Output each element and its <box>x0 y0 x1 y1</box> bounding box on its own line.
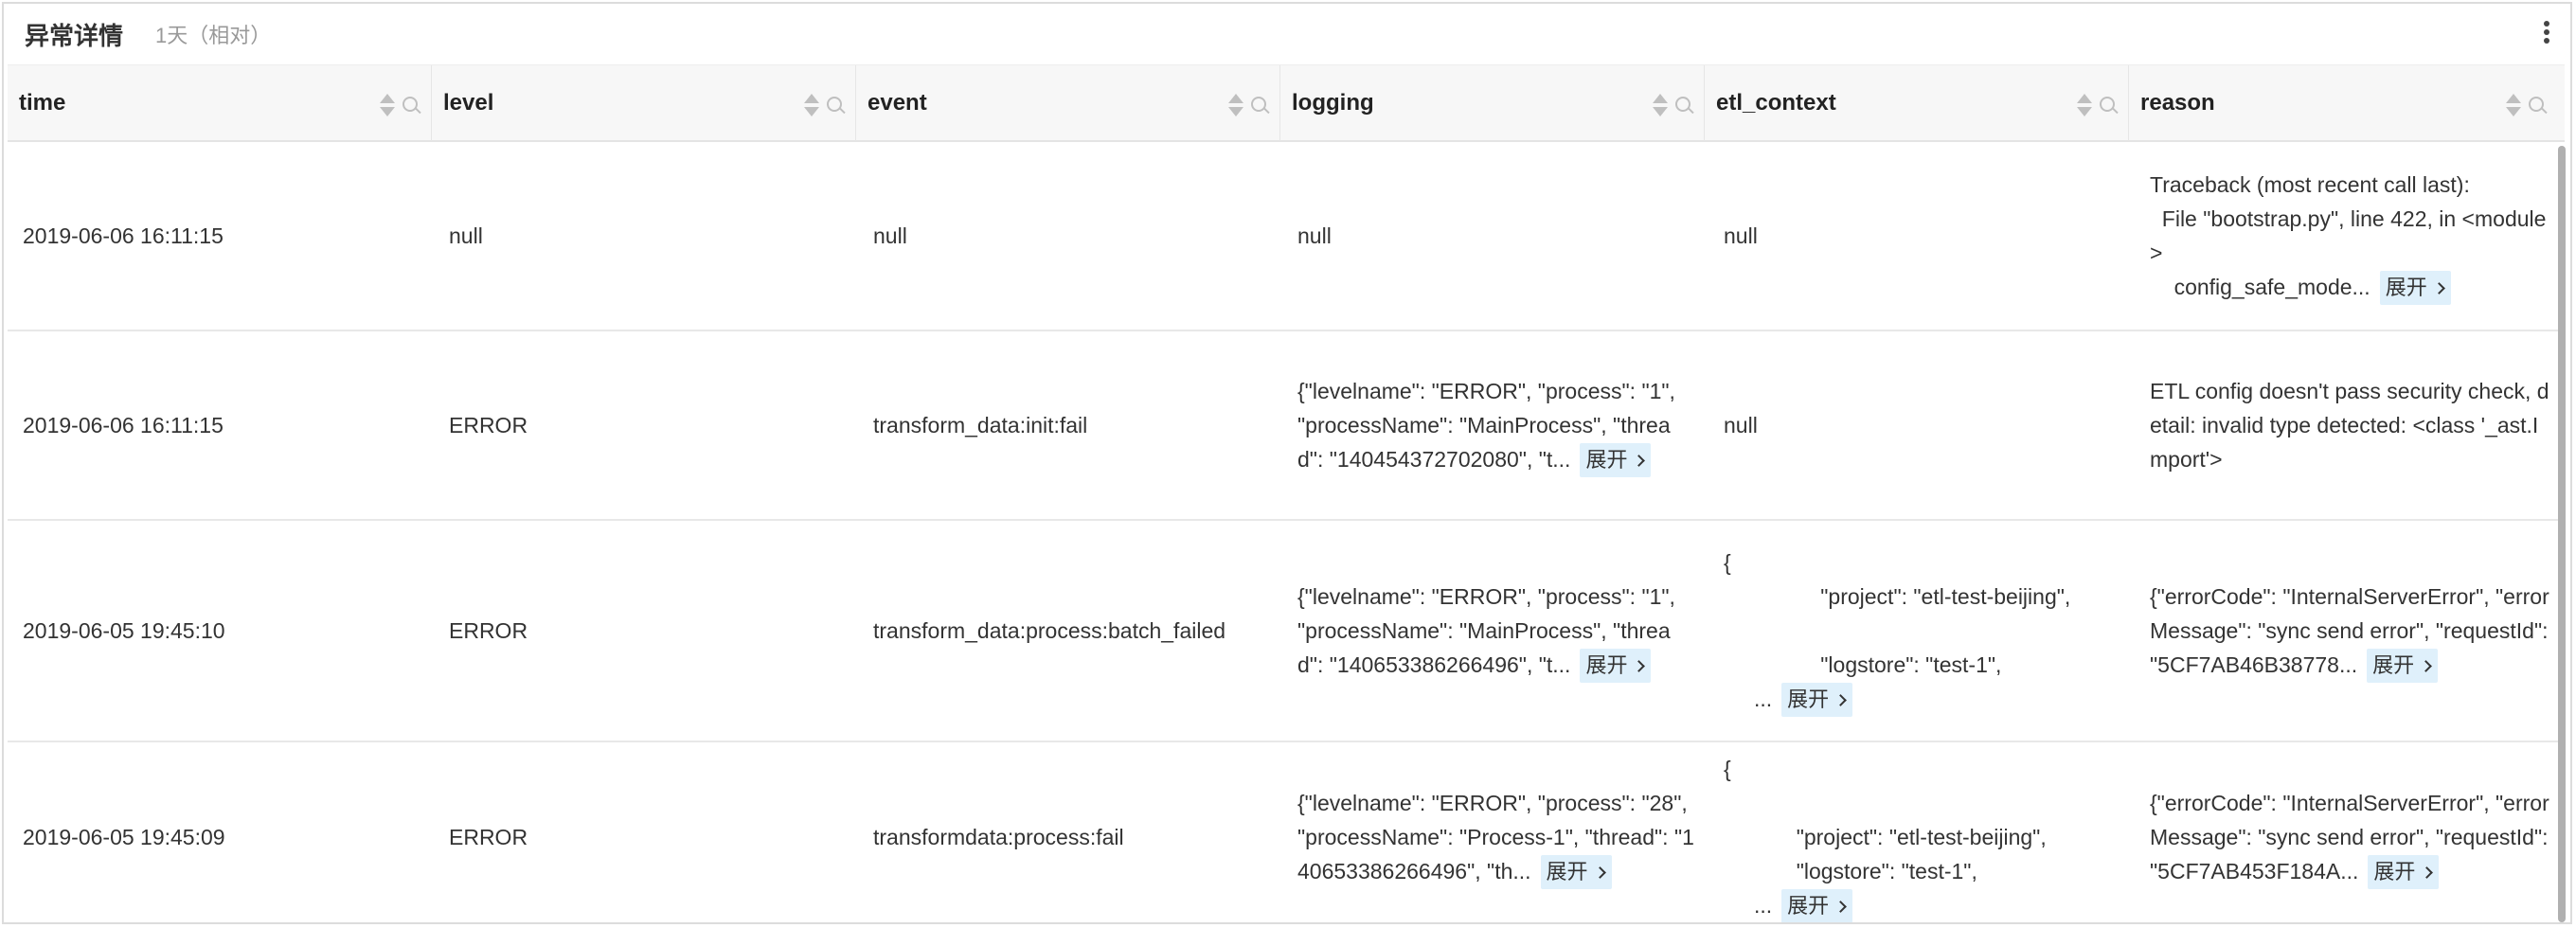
expand-button[interactable]: 展开 <box>1580 648 1652 683</box>
search-icon[interactable] <box>827 97 846 116</box>
cell-reason: ETL config doesn't pass security check, … <box>2150 379 2549 472</box>
cell-level: ERROR <box>449 618 528 643</box>
panel-header: 异常详情 1天（相对） <box>4 4 2570 64</box>
search-icon[interactable] <box>1251 97 1270 116</box>
chevron-right-icon <box>1633 659 1646 672</box>
chevron-right-icon <box>1834 900 1848 913</box>
expand-button[interactable]: 展开 <box>2379 270 2451 305</box>
cell-reason: {"errorCode": "InternalServerError", "er… <box>2150 742 2549 922</box>
cell-time: 2019-06-05 19:45:09 <box>23 825 225 849</box>
column-header-event[interactable]: event <box>856 65 1280 141</box>
more-options-icon[interactable] <box>2540 19 2553 49</box>
sort-icon[interactable] <box>2077 94 2092 118</box>
cell-event: transformdata:process:fail <box>873 825 1124 849</box>
cell-event: transform_data:process:batch_failed <box>873 618 1226 643</box>
cell-logging: {"levelname": "ERROR", "process": "1", "… <box>1297 331 1695 519</box>
search-icon[interactable] <box>402 97 421 116</box>
scrollbar-thumb[interactable] <box>2558 146 2566 922</box>
cell-time: 2019-06-06 16:11:15 <box>23 223 224 248</box>
expand-button[interactable]: 展开 <box>1781 888 1853 922</box>
expand-button[interactable]: 展开 <box>2367 648 2439 683</box>
vertical-scrollbar[interactable] <box>2557 146 2567 922</box>
cell-level: ERROR <box>449 825 528 849</box>
search-icon[interactable] <box>1675 97 1694 116</box>
table-body: 2019-06-06 16:11:15 null null null null … <box>8 142 2565 922</box>
column-header-reason[interactable]: reason <box>2129 65 2557 141</box>
cell-logging: {"levelname": "ERROR", "process": "1", "… <box>1297 521 1695 741</box>
expand-button[interactable]: 展开 <box>2368 854 2440 889</box>
data-table: time level event logging etl_context rea… <box>8 64 2565 922</box>
search-icon[interactable] <box>2529 97 2548 116</box>
cell-time: 2019-06-05 19:45:10 <box>23 618 225 643</box>
cell-time: 2019-06-06 16:11:15 <box>23 413 224 437</box>
column-label: time <box>19 90 66 116</box>
chevron-right-icon <box>2432 281 2445 294</box>
column-label: logging <box>1292 90 1374 116</box>
cell-level: null <box>449 223 483 248</box>
column-header-level[interactable]: level <box>432 65 856 141</box>
cell-reason: {"errorCode": "InternalServerError", "er… <box>2150 521 2549 741</box>
sort-icon[interactable] <box>2506 94 2521 118</box>
column-header-etl-context[interactable]: etl_context <box>1705 65 2129 141</box>
sort-icon[interactable] <box>804 94 819 118</box>
column-label: etl_context <box>1716 90 1836 116</box>
sort-icon[interactable] <box>1653 94 1668 118</box>
table-row: 2019-06-05 19:45:10 ERROR transform_data… <box>8 521 2565 742</box>
table-row: 2019-06-06 16:11:15 ERROR transform_data… <box>8 331 2565 521</box>
cell-level: ERROR <box>449 413 528 437</box>
cell-event: transform_data:init:fail <box>873 413 1088 437</box>
cell-event: null <box>873 223 907 248</box>
column-header-time[interactable]: time <box>8 65 432 141</box>
table-row: 2019-06-06 16:11:15 null null null null … <box>8 142 2565 331</box>
sort-icon[interactable] <box>1228 94 1243 118</box>
sort-icon[interactable] <box>380 94 395 118</box>
search-icon[interactable] <box>2100 97 2119 116</box>
cell-reason: Traceback (most recent call last): File … <box>2150 142 2549 330</box>
expand-button[interactable]: 展开 <box>1580 442 1652 477</box>
cell-etl-context: null <box>1724 413 1758 437</box>
column-label: level <box>443 90 494 116</box>
column-label: event <box>868 90 927 116</box>
chevron-right-icon <box>2421 866 2434 879</box>
column-label: reason <box>2140 90 2215 116</box>
expand-button[interactable]: 展开 <box>1540 854 1612 889</box>
time-range-label[interactable]: 1天（相对） <box>155 19 271 49</box>
chevron-right-icon <box>1593 866 1606 879</box>
panel-title: 异常详情 <box>25 21 124 50</box>
chevron-right-icon <box>1633 454 1646 467</box>
cell-logging: {"levelname": "ERROR", "process": "28", … <box>1297 742 1695 922</box>
cell-etl-context: null <box>1724 223 1758 248</box>
column-header-logging[interactable]: logging <box>1280 65 1705 141</box>
exception-details-panel: 异常详情 1天（相对） time level event logging etl <box>2 2 2572 924</box>
cell-etl-context: { "project": "etl-test-beijing", "logsto… <box>1724 521 2121 741</box>
cell-etl-context: { "project": "etl-test-beijing", "logsto… <box>1724 742 2121 922</box>
chevron-right-icon <box>1834 693 1848 706</box>
expand-button[interactable]: 展开 <box>1781 682 1853 717</box>
table-row: 2019-06-05 19:45:09 ERROR transformdata:… <box>8 742 2565 922</box>
table-header: time level event logging etl_context rea… <box>8 64 2565 142</box>
cell-logging: null <box>1297 223 1332 248</box>
chevron-right-icon <box>2420 659 2433 672</box>
